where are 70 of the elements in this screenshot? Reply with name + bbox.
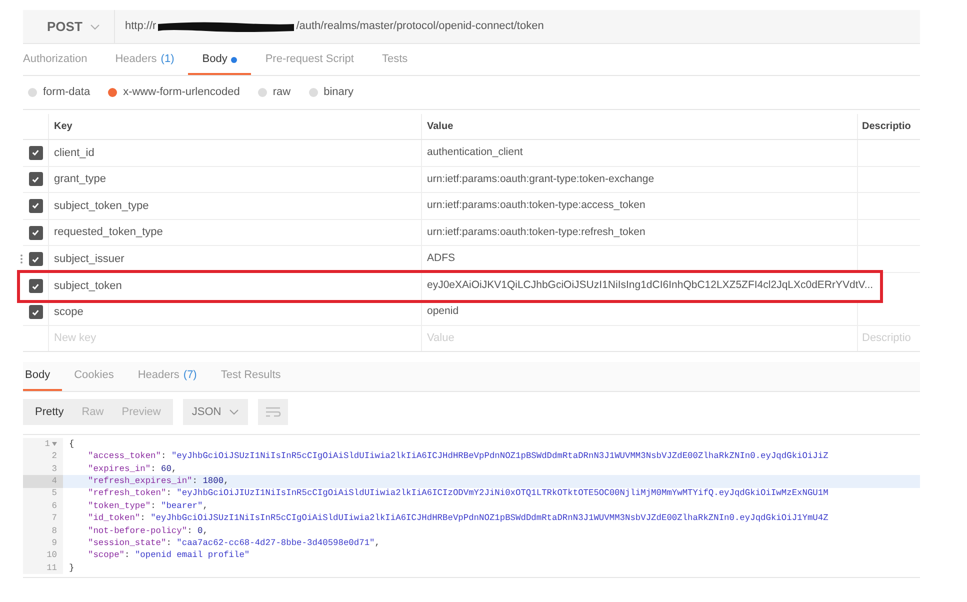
key-cell[interactable]: subject_issuer xyxy=(54,250,124,268)
code-line: "access_token": "eyJhbGciOiJSUzI1NiIsInR5cCIgOiAiSldUIiwia2lkIiA6ICJHdHRBeVpPdnNOZ1pBSWdDdmRtaDRnN3J1WUVMM3NsbVJZdE00ZlhaRkZNIn0.eyJqdGkiOiJiZ xyxy=(87,450,828,464)
line-number: 6 xyxy=(52,500,57,513)
check-icon xyxy=(31,148,40,158)
check-icon xyxy=(31,308,40,317)
check-icon xyxy=(31,228,40,238)
fold-caret-icon[interactable] xyxy=(52,442,57,446)
code-line: "token_type": "bearer", xyxy=(87,500,208,513)
code-line: } xyxy=(68,562,74,575)
code-line: "expires_in": 60, xyxy=(87,462,177,476)
check-icon xyxy=(31,174,40,184)
code-line: "refresh_expires_in": 1800, xyxy=(87,475,229,488)
checkbox[interactable] xyxy=(28,172,42,186)
value-cell[interactable]: ADFS xyxy=(427,251,456,268)
key-cell[interactable]: subject_token_type xyxy=(54,198,149,214)
check-icon xyxy=(31,254,40,264)
line-number: 4 xyxy=(52,475,57,488)
key-cell[interactable]: requested_token_type xyxy=(54,224,163,241)
value-cell[interactable]: authentication_client xyxy=(427,144,523,161)
value-cell[interactable]: eyJ0eXAiOiJKV1QiLCJhbGciOiJSUzI1NiIsIng1dCI6InhQbC12LXZ5ZFI4cl2JqLXc0dERrYVdtV... xyxy=(427,278,874,294)
method-dropdown[interactable]: POST xyxy=(23,10,115,43)
key-cell[interactable]: grant_type xyxy=(54,171,106,188)
column-header: Value xyxy=(427,120,454,134)
wrap-lines-icon xyxy=(265,406,282,418)
request-tab[interactable]: Body xyxy=(188,46,252,75)
format-dropdown[interactable]: JSON xyxy=(182,399,248,426)
line-number: 8 xyxy=(52,524,57,538)
code-line: "session_state": "caa7ac62-cc68-4d27-8bbe-3d40598e0d71", xyxy=(87,536,380,550)
body-type-radio[interactable]: raw xyxy=(258,84,291,101)
key-cell[interactable]: subject_token xyxy=(54,278,122,295)
key-cell[interactable]: scope xyxy=(54,304,84,321)
code-line: "refresh_token": "eyJhbGciOiJIUzI1NiIsInR5cCIgOiAiSldUIiwia2lkIiA6ICIzODVmY2JiNi0xOTQ1LTRkOTktOTE5OC00NjliMjM0MmYwMTYifQ.eyJqdGkiOiIwMzExNGU1M xyxy=(87,487,828,500)
line-number: 3 xyxy=(52,462,57,476)
checkbox[interactable] xyxy=(28,279,42,294)
view-mode-tab[interactable]: Pretty xyxy=(26,399,73,426)
drag-handle-icon[interactable] xyxy=(20,254,23,264)
checkbox[interactable] xyxy=(28,198,42,213)
response-tab[interactable]: Body xyxy=(23,362,62,392)
line-number: 9 xyxy=(52,536,57,550)
code-line: { xyxy=(68,438,74,451)
checkbox[interactable] xyxy=(28,146,42,160)
checkbox[interactable] xyxy=(28,226,42,240)
code-line: "scope": "openid email profile" xyxy=(87,549,250,562)
key-cell[interactable]: client_id xyxy=(54,144,94,162)
line-number: 2 xyxy=(52,450,57,464)
line-number: 10 xyxy=(46,549,57,562)
chevron-down-icon xyxy=(229,409,240,416)
code-line: "not-before-policy": 0, xyxy=(87,524,208,538)
url-field[interactable]: http://r /auth/realms/master/protocol/openid-connect/token xyxy=(115,10,544,43)
body-type-radio[interactable]: binary xyxy=(308,84,354,101)
line-number: 7 xyxy=(52,512,57,526)
line-number: 5 xyxy=(52,487,57,500)
body-type-radio[interactable]: form-data xyxy=(28,84,90,101)
value-cell[interactable]: urn:ietf:params:oauth:token-type:refresh_token xyxy=(427,224,646,240)
checkbox[interactable] xyxy=(28,305,42,320)
redaction-scribble-icon xyxy=(156,20,296,32)
request-tab[interactable]: Headers (1) xyxy=(101,46,188,75)
value-cell[interactable]: urn:ietf:params:oauth:grant-type:token-exchange xyxy=(427,172,654,188)
checkbox[interactable] xyxy=(28,252,42,266)
chevron-down-icon xyxy=(90,24,100,30)
code-line: "id_token": "eyJhbGciOiJSUzI1NiIsInR5cCIgOiAiSldUIiwia2lkIiA6ICJHdHRBeVpPdnNOZ1pBSWdDdmRtaDRnN3J1WUVMM3NsbVJZdE00ZlhaRkZNIn0.eyJqdGkiOiJ1YmU4Z xyxy=(87,512,828,526)
line-number: 11 xyxy=(46,562,57,575)
value-cell[interactable]: urn:ietf:params:oauth:token-type:access_token xyxy=(427,198,646,214)
value-cell[interactable]: openid xyxy=(427,304,459,320)
line-number: 1 xyxy=(44,438,50,451)
body-type-radio[interactable]: x-www-form-urlencoded xyxy=(108,84,240,101)
column-header: Key xyxy=(54,120,72,134)
check-icon xyxy=(31,201,40,210)
check-icon xyxy=(31,282,40,291)
column-header: Descriptio xyxy=(862,120,911,134)
